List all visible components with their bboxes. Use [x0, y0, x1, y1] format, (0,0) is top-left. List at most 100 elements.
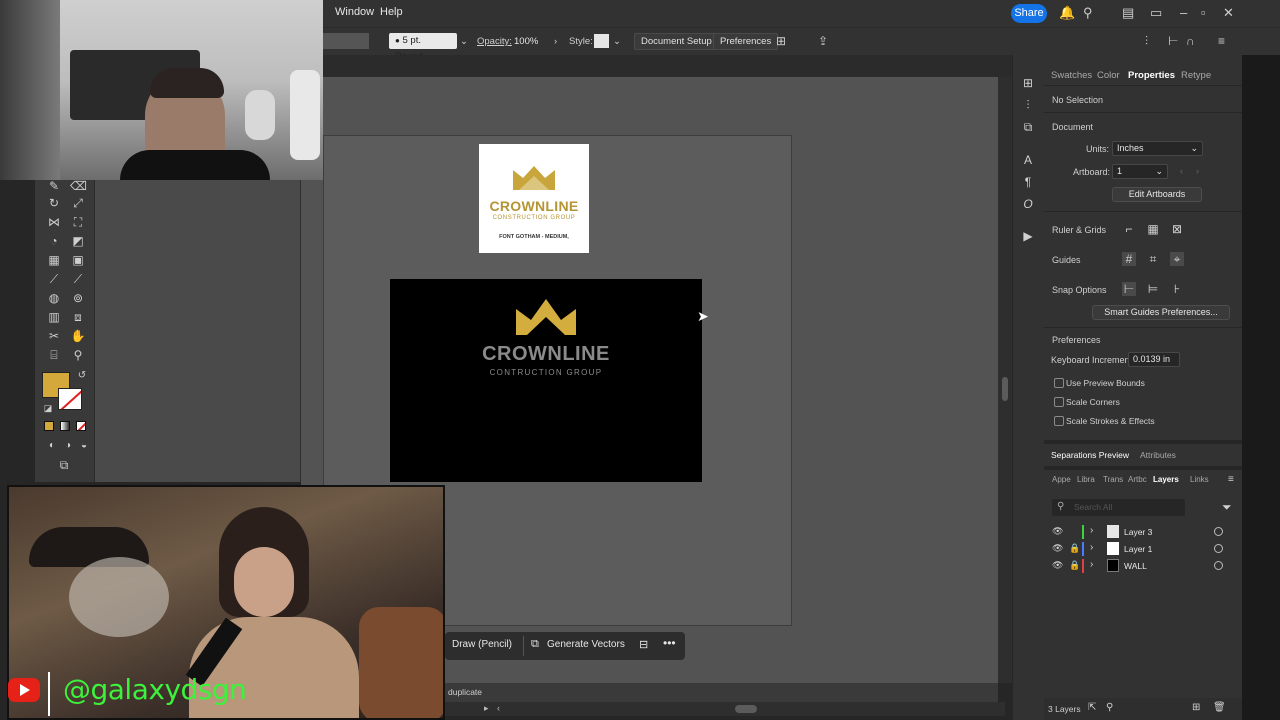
none-mode-icon[interactable]: [76, 421, 86, 431]
shape-builder-icon[interactable]: ◔: [46, 233, 62, 249]
tab-properties[interactable]: Properties: [1128, 70, 1175, 81]
search-icon[interactable]: ⚲: [1083, 5, 1093, 21]
opentype-icon[interactable]: O: [1021, 197, 1035, 211]
target-icon[interactable]: [1214, 527, 1223, 536]
panel-menu-icon[interactable]: ≡: [1228, 474, 1234, 485]
gradient-mode-icon[interactable]: [60, 421, 70, 431]
tab-links[interactable]: Links: [1190, 475, 1209, 484]
blend-tool-icon[interactable]: ◍: [46, 290, 62, 306]
actions-play-icon[interactable]: ▶: [1021, 229, 1035, 243]
scroll-thumb[interactable]: [1002, 377, 1008, 401]
prev-artboard-icon[interactable]: ‹: [1180, 166, 1183, 176]
tab-artboards[interactable]: Artbc: [1128, 475, 1147, 484]
artboard-dropdown[interactable]: 1 ⌄: [1112, 164, 1168, 179]
character-icon[interactable]: A: [1021, 153, 1035, 167]
generate-vectors-button[interactable]: Generate Vectors: [547, 639, 625, 650]
swap-icon[interactable]: ↺: [74, 368, 90, 384]
layer-row[interactable]: 👁 🔒 › WALL: [1044, 558, 1242, 575]
opacity-label[interactable]: Opacity:: [477, 36, 512, 47]
tab-transform[interactable]: Trans: [1103, 475, 1123, 484]
brush-tool-icon[interactable]: ✎: [46, 178, 62, 194]
units-dropdown[interactable]: Inches ⌄: [1112, 141, 1203, 156]
logo-dark-artwork[interactable]: CROWNLINE CONTRUCTION GROUP: [390, 279, 702, 482]
show-guides-icon[interactable]: #: [1122, 252, 1136, 266]
edit-artboards-button[interactable]: Edit Artboards: [1112, 187, 1202, 202]
chevron-down-icon[interactable]: ⌄: [460, 36, 468, 47]
export-icon[interactable]: ⇪: [818, 34, 828, 48]
workspace-icon[interactable]: ▤: [1122, 5, 1134, 21]
smart-guides-preferences-button[interactable]: Smart Guides Preferences...: [1092, 305, 1230, 320]
smart-guides-icon[interactable]: ⌖: [1170, 252, 1184, 266]
eye-icon[interactable]: 👁: [1052, 543, 1063, 554]
use-preview-bounds-checkbox[interactable]: [1054, 378, 1064, 388]
chevron-right-icon[interactable]: ›: [1090, 542, 1093, 553]
hand-tool-icon[interactable]: ✋: [70, 328, 86, 344]
tab-attributes[interactable]: Attributes: [1140, 450, 1176, 460]
print-tiling-icon[interactable]: ⌸: [46, 347, 62, 363]
tab-layers[interactable]: Layers: [1153, 475, 1179, 484]
gradient-tool-icon[interactable]: ▣: [70, 252, 86, 268]
zoom-tool-icon[interactable]: ⚲: [70, 347, 86, 363]
snap-pixel-icon[interactable]: ⊦: [1170, 282, 1184, 296]
arrange-icon[interactable]: ⊞: [776, 34, 786, 48]
pathfinder-icon[interactable]: ⧉: [1021, 120, 1035, 134]
screen-mode-icon[interactable]: ⧉: [56, 457, 72, 473]
tab-color[interactable]: Color: [1097, 70, 1120, 81]
tab-libraries[interactable]: Libra: [1077, 475, 1095, 484]
draw-mode-icon[interactable]: ◐: [44, 438, 60, 454]
artboard-tool-icon[interactable]: ⧈: [70, 309, 86, 325]
keyboard-increment-input[interactable]: 0.0139 in: [1128, 352, 1180, 367]
eyedropper-icon[interactable]: ⟋: [46, 271, 62, 287]
width-tool-icon[interactable]: ⋈: [46, 214, 62, 230]
export-icon[interactable]: ⇱: [1088, 702, 1096, 713]
magnet-icon[interactable]: ∩: [1186, 34, 1195, 48]
lock-guides-icon[interactable]: ⌗: [1146, 252, 1160, 266]
grid-icon[interactable]: ▦: [1146, 222, 1160, 236]
scale-tool-icon[interactable]: ⤢: [70, 195, 86, 211]
brush-dropdown[interactable]: ● 5 pt. Round: [389, 33, 457, 62]
free-transform-icon[interactable]: ⛶: [70, 214, 86, 230]
share-button[interactable]: Share: [1011, 4, 1047, 23]
color-mode-icon[interactable]: [44, 421, 54, 431]
horizontal-scrollbar[interactable]: ▸ ‹: [445, 702, 1005, 716]
layer-row[interactable]: 👁 🔒 › Layer 1: [1044, 541, 1242, 558]
chevron-right-icon[interactable]: ›: [1090, 559, 1093, 570]
layer-name[interactable]: Layer 3: [1124, 527, 1152, 537]
mesh-tool-icon[interactable]: ▦: [46, 252, 62, 268]
paragraph-icon[interactable]: ¶: [1021, 175, 1035, 189]
scale-strokes-checkbox[interactable]: [1054, 416, 1064, 426]
align-icon[interactable]: ⫶: [1145, 34, 1148, 49]
play-icon[interactable]: ▸: [484, 703, 489, 714]
more-icon[interactable]: •••: [663, 636, 676, 650]
logo-light-artwork[interactable]: CROWNLINE CONSTRUCTION GROUP FONT GOTHAM…: [479, 144, 589, 253]
perspective-icon[interactable]: ◩: [70, 233, 86, 249]
delete-icon[interactable]: 🗑: [1213, 702, 1226, 713]
rotate-tool-icon[interactable]: ↻: [46, 195, 62, 211]
align-left-icon[interactable]: ⊢: [1168, 34, 1178, 48]
tab-retype[interactable]: Retype: [1181, 70, 1211, 81]
document-setup-button[interactable]: Document Setup: [634, 33, 719, 50]
menu-icon[interactable]: ≡: [1218, 34, 1225, 48]
tab-separations-preview[interactable]: Separations Preview: [1051, 450, 1129, 460]
lock-icon[interactable]: 🔒: [1069, 543, 1080, 554]
snap-point-icon[interactable]: ⊢: [1122, 282, 1136, 296]
scroll-thumb[interactable]: [735, 705, 757, 713]
tab-swatches[interactable]: Swatches: [1051, 70, 1092, 81]
align-panel-icon[interactable]: ⫶: [1021, 98, 1035, 112]
eye-icon[interactable]: 👁: [1052, 560, 1063, 571]
tab-appearance[interactable]: Appe: [1052, 475, 1071, 484]
eraser-tool-icon[interactable]: ⌫: [70, 178, 87, 194]
next-artboard-icon[interactable]: ›: [1196, 166, 1199, 176]
vertical-scrollbar[interactable]: [998, 77, 1012, 683]
chevron-right-icon[interactable]: ›: [554, 36, 557, 47]
layer-name[interactable]: WALL: [1124, 561, 1147, 571]
layer-name[interactable]: Layer 1: [1124, 544, 1152, 554]
chevron-left-icon[interactable]: ‹: [497, 703, 500, 713]
style-swatch[interactable]: [594, 34, 609, 48]
draw-inside-icon[interactable]: ◒: [76, 438, 92, 454]
chevron-right-icon[interactable]: ›: [1090, 525, 1093, 536]
bell-icon[interactable]: 🔔: [1059, 5, 1075, 21]
measure-icon[interactable]: ⟋: [70, 271, 86, 287]
snap-grid-icon[interactable]: ⊨: [1146, 282, 1160, 296]
target-icon[interactable]: [1214, 544, 1223, 553]
